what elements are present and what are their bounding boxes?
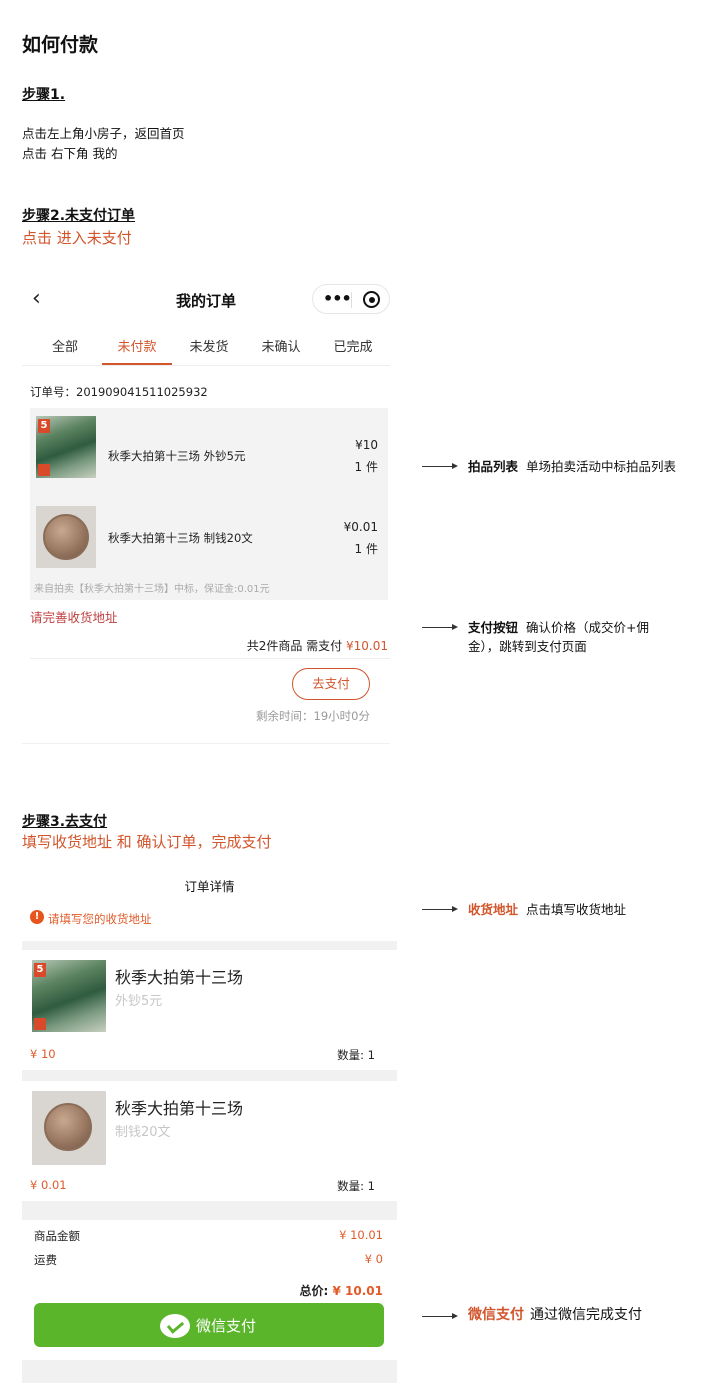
step1-line2: 点击 右下角 我的: [22, 146, 118, 161]
pay-button[interactable]: 去支付: [292, 668, 370, 700]
item-qty: 1 件: [354, 542, 378, 556]
detail-item-qty: 数量: 1: [337, 1179, 375, 1193]
price-summary: 商品金额 ¥ 10.01 运费 ¥ 0 总价: ¥ 10.01 微信支付: [22, 1220, 397, 1360]
active-tab-indicator: [102, 363, 172, 365]
coin-image: [36, 506, 96, 568]
arrow-icon: [422, 906, 458, 912]
detail-item-card: 秋季大拍第十三场 外钞5元 ¥ 10 数量: 1: [22, 950, 397, 1070]
step1-title: 步骤1.: [22, 87, 66, 103]
nav-bar: ‹ 我的订单 •••: [22, 280, 390, 320]
detail-item-name: 秋季大拍第十三场: [115, 968, 244, 987]
items-note: 来自拍卖【秋季大拍第十三场】中标，保证金:0.01元: [34, 584, 270, 595]
detail-item-sub: 外钞5元: [115, 994, 163, 1009]
total-amount: ¥ 10.01: [332, 1284, 383, 1298]
detail-item-card: 秋季大拍第十三场 制钱20文 ¥ 0.01 数量: 1: [22, 1081, 397, 1201]
stamp-image: [36, 416, 96, 478]
order-list-screen: ‹ 我的订单 ••• 全部 未付款 未发货 未确认 已完成 订单号：201909…: [22, 280, 390, 748]
order-total: 总价: ¥ 10.01: [300, 1282, 383, 1299]
item-qty: 1 件: [354, 460, 378, 474]
order-detail-screen: 订单详情 ! 请填写您的收货地址 秋季大拍第十三场 外钞5元 ¥ 10 数量: …: [22, 866, 397, 1383]
address-warning[interactable]: 请完善收货地址: [30, 607, 118, 626]
page-title: 如何付款: [22, 34, 99, 56]
annotation-address: 收货地址 点击填写收货地址: [468, 902, 627, 917]
arrow-icon: [422, 624, 458, 630]
item-name: 秋季大拍第十三场 制钱20文: [108, 531, 253, 545]
remaining-time: 剩余时间：19小时0分: [256, 709, 370, 723]
alert-icon: !: [30, 910, 44, 924]
detail-title: 订单详情: [184, 879, 235, 894]
step2-subtitle: 点击 进入未支付: [22, 229, 132, 247]
capsule-divider: [351, 292, 352, 308]
total-amount: ¥10.01: [346, 639, 388, 653]
stamp-image: [32, 960, 106, 1032]
step1-line1: 点击左上角小房子，返回首页: [22, 126, 185, 141]
total-prefix: 共2件商品 需支付: [246, 639, 346, 653]
arrow-icon: [422, 463, 458, 469]
wechat-pay-button[interactable]: 微信支付: [34, 1303, 384, 1347]
tab-unshipped[interactable]: 未发货: [174, 336, 244, 355]
shipping-label: 运费: [34, 1253, 57, 1267]
address-warning[interactable]: 请填写您的收货地址: [48, 911, 152, 927]
detail-item-price: ¥ 10: [30, 1047, 56, 1061]
order-total: 共2件商品 需支付 ¥10.01: [247, 637, 388, 654]
wechat-pay-label: 微信支付: [196, 1317, 257, 1335]
mini-program-capsule: •••: [312, 284, 390, 314]
annotation-item-list: 拍品列表 单场拍卖活动中标拍品列表: [468, 459, 677, 474]
tab-completed[interactable]: 已完成: [318, 336, 388, 355]
coin-image: [32, 1091, 106, 1165]
goods-amount-label: 商品金额: [34, 1229, 80, 1243]
tab-unpaid[interactable]: 未付款: [102, 336, 172, 355]
step3-subtitle: 填写收货地址 和 确认订单，完成支付: [22, 833, 272, 851]
annotation-wechat-pay: 微信支付 通过微信完成支付: [468, 1307, 642, 1323]
shipping-amount: ¥ 0: [364, 1252, 383, 1266]
detail-item-sub: 制钱20文: [115, 1125, 171, 1140]
more-dots-icon[interactable]: •••: [323, 289, 352, 308]
divider: [30, 658, 390, 659]
close-target-icon[interactable]: [363, 291, 380, 308]
divider: [22, 743, 390, 744]
detail-item-price: ¥ 0.01: [30, 1178, 67, 1192]
annotation-pay-button: 支付按钮 确认价格（成交价+佣 金），跳转到支付页面: [468, 620, 649, 654]
tab-unconfirmed[interactable]: 未确认: [246, 336, 316, 355]
tab-all[interactable]: 全部: [30, 336, 100, 355]
order-number: 订单号：201909041511025932: [30, 385, 208, 399]
order-tabs: 全部 未付款 未发货 未确认 已完成: [22, 336, 390, 366]
wechat-pay-icon: [160, 1314, 190, 1338]
order-items[interactable]: 秋季大拍第十三场 外钞5元 ¥10 1 件 秋季大拍第十三场 制钱20文 ¥0.…: [30, 408, 388, 600]
item-name: 秋季大拍第十三场 外钞5元: [108, 449, 246, 463]
detail-item-name: 秋季大拍第十三场: [115, 1099, 244, 1118]
arrow-icon: [422, 1313, 458, 1319]
step2-title: 步骤2.未支付订单: [22, 208, 136, 224]
total-label: 总价:: [299, 1284, 333, 1298]
item-price: ¥0.01: [343, 520, 378, 534]
detail-item-qty: 数量: 1: [337, 1048, 375, 1062]
item-price: ¥10: [355, 438, 378, 452]
step3-title: 步骤3.去支付: [22, 814, 108, 830]
goods-amount: ¥ 10.01: [339, 1228, 383, 1242]
detail-header: 订单详情 ! 请填写您的收货地址: [22, 866, 397, 941]
